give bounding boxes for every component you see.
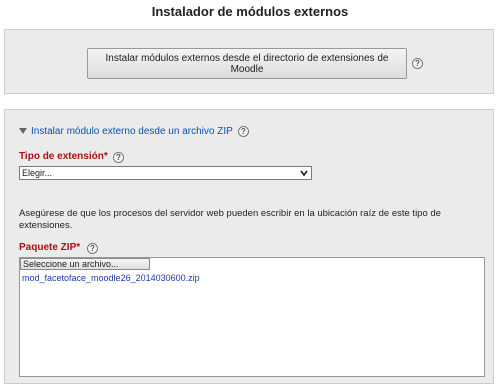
install-from-directory-label: Instalar módulos externos desde el direc… bbox=[105, 52, 389, 75]
file-drop-area[interactable]: Seleccione un archivo... mod_facetoface_… bbox=[19, 257, 485, 377]
zip-package-label: Paquete ZIP* bbox=[19, 242, 80, 253]
permissions-notice: Asegúrese de que los procesos del servid… bbox=[19, 208, 441, 231]
help-icon[interactable]: ? bbox=[412, 58, 423, 69]
plugin-type-selected: Elegir... bbox=[22, 168, 53, 178]
zip-package-label-text: Paquete ZIP bbox=[19, 242, 77, 253]
plugin-type-label-text: Tipo de extensión bbox=[19, 151, 104, 162]
zip-section-title: Instalar módulo externo desde un archivo… bbox=[31, 125, 233, 137]
install-from-directory-button[interactable]: Instalar módulos externos desde el direc… bbox=[87, 48, 407, 79]
plugin-type-select[interactable]: Elegir... bbox=[19, 166, 312, 180]
required-mark: * bbox=[76, 242, 81, 253]
choose-file-button[interactable]: Seleccione un archivo... bbox=[20, 258, 150, 270]
page-title: Instalador de módulos externos bbox=[151, 4, 349, 19]
help-icon[interactable]: ? bbox=[237, 125, 249, 137]
chevron-down-icon bbox=[300, 170, 308, 177]
plugin-type-label: Tipo de extensión* bbox=[19, 151, 108, 162]
selected-file-link[interactable]: mod_facetoface_moodle26_2014030600.zip bbox=[22, 273, 200, 283]
help-icon[interactable]: ? bbox=[113, 152, 124, 163]
triangle-down-icon bbox=[19, 128, 27, 134]
marketplace-panel: Instalar módulos externos desde el direc… bbox=[4, 29, 494, 94]
zip-section-legend[interactable]: Instalar módulo externo desde un archivo… bbox=[19, 124, 249, 138]
required-mark: * bbox=[103, 151, 108, 162]
help-icon[interactable]: ? bbox=[87, 243, 98, 254]
